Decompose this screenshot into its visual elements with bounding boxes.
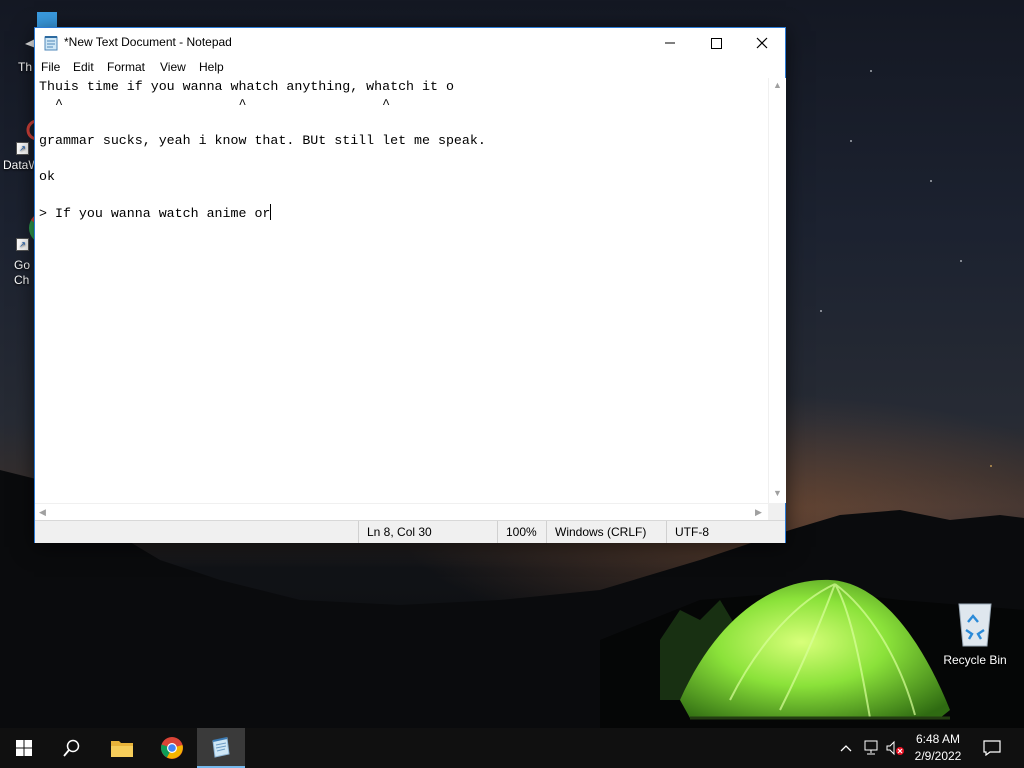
scroll-right-icon[interactable]: ▶ (755, 507, 762, 518)
start-button[interactable] (0, 728, 48, 768)
desktop-icon-label: Th (18, 60, 33, 74)
title-bar[interactable]: *New Text Document - Notepad (35, 28, 785, 58)
search-button[interactable] (48, 728, 96, 768)
network-button[interactable] (860, 728, 882, 768)
shortcut-arrow-icon: ↗ (16, 142, 29, 155)
close-button[interactable] (739, 28, 785, 58)
close-icon (756, 37, 768, 49)
star (960, 260, 962, 262)
recycle-bin-icon (958, 603, 992, 647)
file-explorer-icon (111, 741, 133, 757)
taskbar-clock[interactable]: 6:48 AM 2/9/2022 (908, 731, 968, 765)
status-line-ending: Windows (CRLF) (546, 521, 666, 543)
show-hidden-icons-button[interactable] (836, 728, 856, 768)
star (990, 465, 992, 467)
scrollbar-corner (768, 503, 785, 520)
status-bar: Ln 8, Col 30 100% Windows (CRLF) UTF-8 (35, 520, 785, 543)
text-line: grammar sucks, yeah i know that. BUt sti… (39, 133, 486, 148)
tent-illustration (680, 579, 950, 720)
window-title: *New Text Document - Notepad (64, 35, 232, 49)
taskbar-notepad[interactable] (197, 728, 245, 768)
maximize-button[interactable] (693, 28, 739, 58)
menu-format[interactable]: Format (107, 60, 145, 74)
taskbar-file-explorer[interactable] (98, 728, 146, 768)
scroll-up-icon[interactable]: ▲ (773, 80, 782, 90)
search-icon (63, 739, 80, 757)
menu-help[interactable]: Help (199, 60, 224, 74)
menu-edit[interactable]: Edit (73, 60, 94, 74)
text-line: ok (39, 169, 55, 184)
minimize-button[interactable] (647, 28, 693, 58)
star (850, 140, 852, 142)
volume-button[interactable] (884, 728, 906, 768)
text-line-current: > If you wanna watch anime or (39, 204, 272, 222)
notepad-icon (44, 36, 58, 51)
start-icon (16, 740, 32, 756)
taskbar: 6:48 AM 2/9/2022 (0, 728, 1024, 768)
volume-muted-icon (886, 740, 904, 756)
desktop-icon-label: Recycle Bin (943, 653, 1007, 667)
star (930, 180, 932, 182)
star (820, 310, 822, 312)
menu-file[interactable]: File (41, 60, 60, 74)
chrome-icon (161, 737, 183, 759)
text-caret (270, 204, 272, 220)
scroll-down-icon[interactable]: ▼ (773, 488, 782, 498)
notepad-icon (212, 737, 230, 758)
notepad-window[interactable]: *New Text Document - Notepad File Edit F… (34, 27, 786, 543)
menu-view[interactable]: View (160, 60, 186, 74)
status-cursor-position: Ln 8, Col 30 (358, 521, 497, 543)
scroll-left-icon[interactable]: ◀ (39, 507, 46, 518)
star (870, 70, 872, 72)
text-line: ^ ^ ^ (39, 97, 391, 112)
network-icon (864, 740, 878, 755)
status-encoding: UTF-8 (666, 521, 785, 543)
taskbar-chrome[interactable] (148, 728, 196, 768)
text-editor[interactable]: Thuis time if you wanna whatch anything,… (35, 78, 768, 503)
notification-icon (983, 740, 1001, 756)
minimize-icon (665, 42, 675, 44)
shortcut-arrow-icon: ↗ (16, 238, 29, 251)
maximize-icon (710, 37, 722, 49)
desktop-icon-recycle-bin[interactable]: Recycle Bin (940, 600, 1010, 668)
menu-bar: File Edit Format View Help (35, 58, 785, 78)
chevron-up-icon (840, 745, 852, 752)
action-center-button[interactable] (978, 728, 1006, 768)
desktop-icon-label: Go Ch (14, 258, 31, 287)
current-line-text: > If you wanna watch anime or (39, 206, 271, 221)
clock-time: 6:48 AM (915, 732, 961, 746)
clock-date: 2/9/2022 (914, 749, 962, 763)
status-zoom: 100% (497, 521, 546, 543)
text-line: Thuis time if you wanna whatch anything,… (39, 79, 454, 94)
horizontal-scrollbar[interactable]: ◀ ▶ (35, 503, 768, 521)
vertical-scrollbar[interactable]: ▲ ▼ (768, 78, 786, 503)
